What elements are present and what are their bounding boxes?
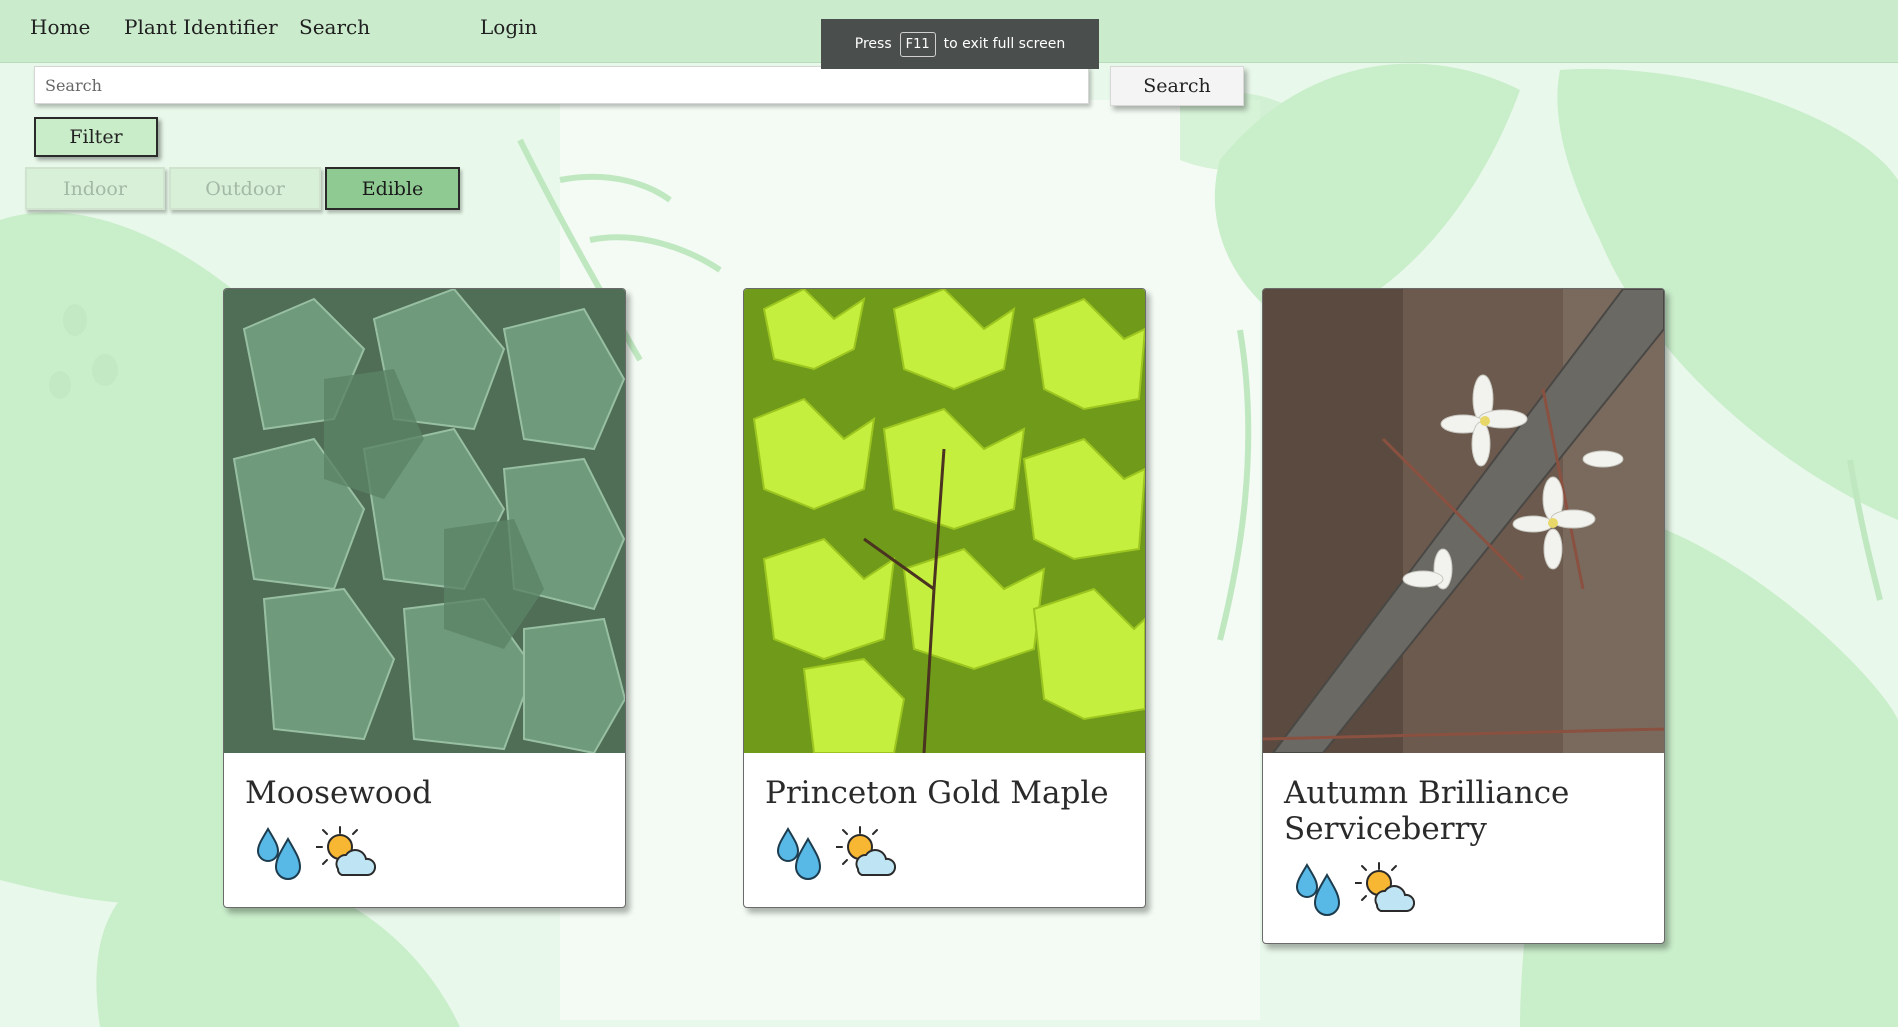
fullscreen-message: to exit full screen [943,36,1066,52]
partly-sunny-icon [1355,862,1415,912]
water-drops-icon [256,827,302,880]
filter-button[interactable]: Filter [34,117,158,157]
plant-name: Princeton Gold Maple [765,775,1109,811]
water-drops-icon [1295,863,1341,916]
plant-card-autumn-brilliance-serviceberry[interactable]: Autumn Brilliance Serviceberry [1262,288,1665,944]
partly-sunny-icon [316,826,376,876]
plant-name: Autumn Brilliance Serviceberry [1284,775,1570,847]
search-input[interactable] [34,66,1089,104]
nav-search-link[interactable]: Search [299,15,370,39]
nav-home-link[interactable]: Home [30,15,90,39]
plant-name: Moosewood [245,775,433,811]
plant-photo-moosewood [224,289,625,753]
filter-chip-edible[interactable]: Edible [325,167,460,210]
fullscreen-press-text: Press [854,36,892,52]
plant-photo-princeton-gold-maple [744,289,1145,753]
fullscreen-notice: Press F11 to exit full screen [821,19,1099,69]
plant-photo-autumn-brilliance-serviceberry [1263,289,1664,753]
plant-card-moosewood[interactable]: Moosewood [223,288,626,908]
water-drops-icon [776,827,822,880]
fullscreen-key: F11 [899,31,936,57]
filter-chip-outdoor[interactable]: Outdoor [169,167,321,210]
nav-plant-identifier-link[interactable]: Plant Identifier [124,15,278,39]
nav-login-link[interactable]: Login [480,15,537,39]
search-button[interactable]: Search [1110,66,1244,106]
partly-sunny-icon [836,826,896,876]
filter-chip-indoor[interactable]: Indoor [25,167,165,210]
plant-card-princeton-gold-maple[interactable]: Princeton Gold Maple [743,288,1146,908]
